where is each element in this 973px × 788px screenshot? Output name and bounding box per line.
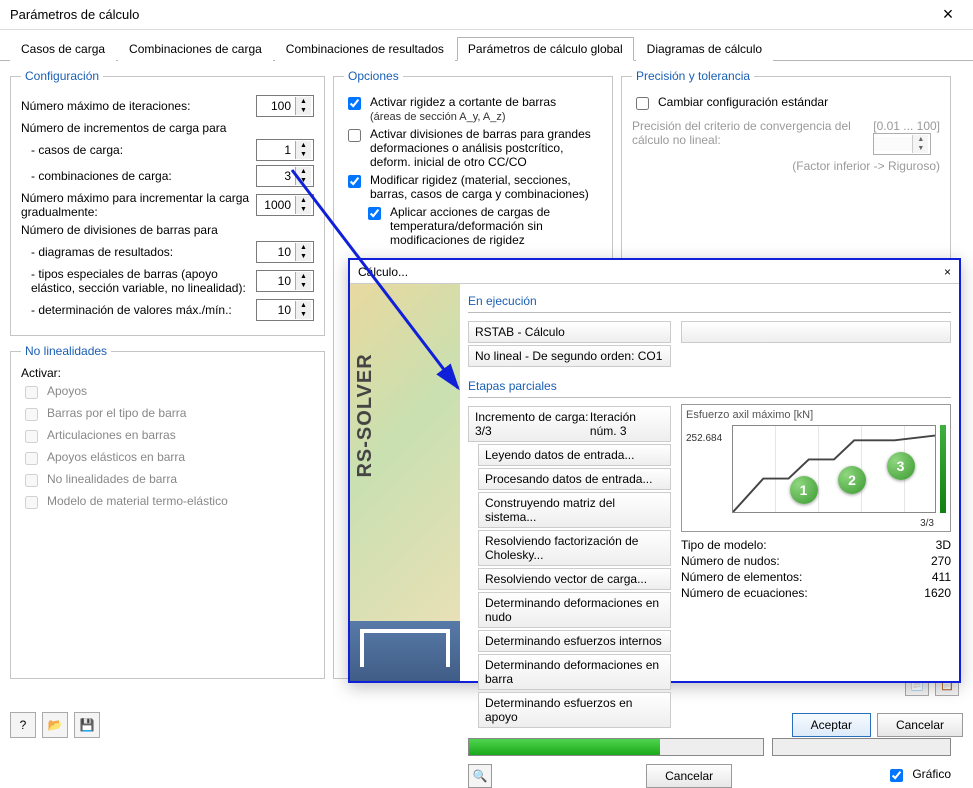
nolin-group: No linealidades Activar: Apoyos Barras p… <box>10 344 325 679</box>
bubble-2: 2 <box>838 466 866 494</box>
chk-mod-rigidez[interactable] <box>348 175 361 188</box>
tab-parametros-global[interactable]: Parámetros de cálculo global <box>457 37 634 61</box>
step-item: Construyendo matriz del sistema... <box>478 492 671 528</box>
chart-yvalue: 252.684 <box>686 433 722 444</box>
bubble-3: 3 <box>887 452 915 480</box>
progress-bar-2 <box>772 738 951 756</box>
chk-nolin-barra <box>25 474 38 487</box>
stat-tipo-lbl: Tipo de modelo: <box>681 538 767 552</box>
max-iter-input[interactable]: ▲▼ <box>256 95 314 117</box>
line-incremento: Incremento de carga: 3/3Iteración núm. 3 <box>468 406 671 442</box>
line-rstab: RSTAB - Cálculo <box>468 321 671 343</box>
chart-xvalue: 3/3 <box>920 518 934 529</box>
tipos-input[interactable]: ▲▼ <box>256 270 314 292</box>
window-title: Parámetros de cálculo <box>10 7 933 22</box>
stat-elem: 411 <box>932 570 951 584</box>
casos-input[interactable]: ▲▼ <box>256 139 314 161</box>
bridge-icon <box>350 621 460 681</box>
nolin-legend: No linealidades <box>21 344 111 358</box>
chk-rigidez-cortante[interactable] <box>348 97 361 110</box>
step-item: Determinando esfuerzos en apoyo <box>478 692 671 728</box>
grad-input[interactable]: ▲▼ <box>256 194 314 216</box>
calc-sidebar: RS-SOLVER <box>350 284 460 681</box>
line-nolineal: No lineal - De segundo orden: CO1 <box>468 345 671 367</box>
det-input[interactable]: ▲▼ <box>256 299 314 321</box>
stat-tipo: 3D <box>936 538 951 552</box>
spin-up-icon[interactable]: ▲ <box>296 97 311 106</box>
det-label: - determinación de valores máx./mín.: <box>21 303 256 317</box>
calc-dialog: Cálculo... × RS-SOLVER En ejecución RSTA… <box>348 258 961 683</box>
chk-barras-tipo <box>25 408 38 421</box>
help-icon[interactable]: ? <box>10 712 36 738</box>
comb-label: - combinaciones de carga: <box>21 169 256 183</box>
step-item: Procesando datos de entrada... <box>478 468 671 490</box>
config-group: Configuración Número máximo de iteracion… <box>10 69 325 336</box>
sec-ejecucion: En ejecución <box>468 294 951 308</box>
step-item: Determinando esfuerzos internos <box>478 630 671 652</box>
spin-down-icon[interactable]: ▼ <box>296 106 311 115</box>
chk-termo <box>25 496 38 509</box>
stat-nudos-lbl: Número de nudos: <box>681 554 780 568</box>
chk-divisiones[interactable] <box>348 129 361 142</box>
step-item: Determinando deformaciones en barra <box>478 654 671 690</box>
chk-apoyos-elast <box>25 452 38 465</box>
incr-head: Número de incrementos de carga para <box>21 121 314 135</box>
comb-input[interactable]: ▲▼ <box>256 165 314 187</box>
axial-chart: Esfuerzo axil máximo [kN] 252.684 3/3 1 … <box>681 404 951 532</box>
prec-legend: Precisión y tolerancia <box>632 69 754 83</box>
config-legend: Configuración <box>21 69 103 83</box>
div-head: Número de divisiones de barras para <box>21 223 314 237</box>
calc-title: Cálculo... <box>358 265 944 279</box>
diag-input[interactable]: ▲▼ <box>256 241 314 263</box>
calc-cancel-button[interactable]: Cancelar <box>646 764 732 788</box>
prec-range: [0.01 ... 100] <box>873 119 940 133</box>
step-item: Resolviendo vector de carga... <box>478 568 671 590</box>
tab-comb-resultados[interactable]: Combinaciones de resultados <box>275 37 455 61</box>
open-icon[interactable]: 📂 <box>42 712 68 738</box>
activar-label: Activar: <box>21 366 314 380</box>
calc-close-icon[interactable]: × <box>944 265 951 279</box>
casos-label: - casos de carga: <box>21 143 256 157</box>
diag-label: - diagramas de resultados: <box>21 245 256 259</box>
step-item: Leyendo datos de entrada... <box>478 444 671 466</box>
opts-legend: Opciones <box>344 69 403 83</box>
chk-apoyos <box>25 386 38 399</box>
stat-ecu-lbl: Número de ecuaciones: <box>681 586 808 600</box>
stat-nudos: 270 <box>931 554 951 568</box>
grad-label: Número máximo para incrementar la carga … <box>21 191 256 219</box>
chart-vbar <box>940 425 946 513</box>
chk-temp[interactable] <box>368 207 381 220</box>
chk-articulaciones <box>25 430 38 443</box>
tab-casos[interactable]: Casos de carga <box>10 37 116 61</box>
save-icon[interactable]: 💾 <box>74 712 100 738</box>
tab-bar: Casos de carga Combinaciones de carga Co… <box>0 30 973 61</box>
step-item: Resolviendo factorización de Cholesky... <box>478 530 671 566</box>
tipos-label: - tipos especiales de barras (apoyo elás… <box>21 267 256 295</box>
tab-combinaciones[interactable]: Combinaciones de carga <box>118 37 273 61</box>
sec-etapas: Etapas parciales <box>468 379 951 393</box>
zoom-icon[interactable]: 🔍 <box>468 764 492 788</box>
stat-ecu: 1620 <box>924 586 951 600</box>
close-icon[interactable]: × <box>933 4 963 25</box>
step-item: Determinando deformaciones en nudo <box>478 592 671 628</box>
bubble-1: 1 <box>790 476 818 504</box>
chk-grafico[interactable] <box>890 769 903 782</box>
chk-cambiar-config[interactable] <box>636 97 649 110</box>
prec-text: Precisión del criterio de convergencia d… <box>632 119 865 155</box>
progress-bar <box>468 738 764 756</box>
stat-elem-lbl: Número de elementos: <box>681 570 802 584</box>
max-iter-label: Número máximo de iteraciones: <box>21 99 256 113</box>
rs-solver-label: RS-SOLVER <box>354 353 377 477</box>
tab-diagramas[interactable]: Diagramas de cálculo <box>636 37 773 61</box>
prec-input: ▲▼ <box>873 133 931 155</box>
prec-hint: (Factor inferior -> Riguroso) <box>632 159 940 173</box>
chart-title: Esfuerzo axil máximo [kN] <box>686 409 946 421</box>
